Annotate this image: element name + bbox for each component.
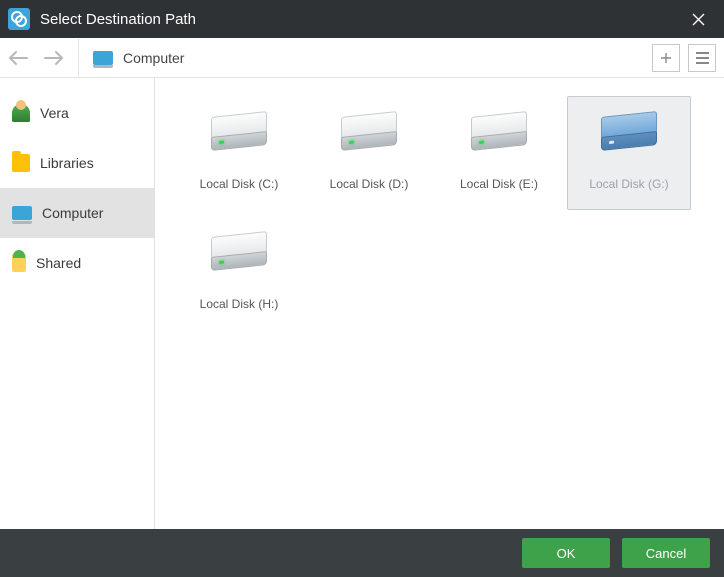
user-icon: [12, 104, 30, 122]
drive-item[interactable]: Local Disk (E:): [437, 96, 561, 210]
app-icon: [8, 8, 30, 30]
plus-icon: [659, 51, 673, 65]
arrow-right-icon: [43, 50, 65, 66]
footer: OK Cancel: [0, 529, 724, 577]
arrow-left-icon: [7, 50, 29, 66]
content-area: Local Disk (C:) Local Disk (D:) Local Di…: [155, 78, 724, 529]
dialog-title: Select Destination Path: [40, 11, 680, 28]
title-bar: Select Destination Path: [0, 0, 724, 38]
new-folder-button[interactable]: [652, 44, 680, 72]
drive-icon: [467, 107, 531, 155]
close-icon: [692, 13, 705, 26]
computer-icon: [93, 51, 113, 65]
toolbar: Computer: [0, 38, 724, 78]
dialog-body: Vera Libraries Computer Shared: [0, 78, 724, 529]
drive-item[interactable]: Local Disk (D:): [307, 96, 431, 210]
drive-label: Local Disk (D:): [330, 177, 409, 191]
sidebar-item-libraries[interactable]: Libraries: [0, 138, 154, 188]
drive-item[interactable]: Local Disk (C:): [177, 96, 301, 210]
drive-label: Local Disk (E:): [460, 177, 538, 191]
computer-icon: [12, 206, 32, 220]
drive-icon: [597, 107, 661, 155]
forward-button[interactable]: [36, 40, 72, 76]
folder-icon: [12, 154, 30, 172]
breadcrumb[interactable]: Computer: [85, 50, 652, 66]
drive-item[interactable]: Local Disk (G:): [567, 96, 691, 210]
sidebar-item-label: Vera: [40, 105, 69, 121]
back-button[interactable]: [0, 40, 36, 76]
breadcrumb-location: Computer: [123, 50, 184, 66]
sidebar-item-computer[interactable]: Computer: [0, 188, 154, 238]
ok-button[interactable]: OK: [522, 538, 610, 568]
view-list-button[interactable]: [688, 44, 716, 72]
drive-icon: [207, 227, 271, 275]
sidebar-item-vera[interactable]: Vera: [0, 88, 154, 138]
drive-icon: [337, 107, 401, 155]
drive-item[interactable]: Local Disk (H:): [177, 216, 301, 330]
sidebar-item-label: Shared: [36, 255, 81, 271]
drive-label: Local Disk (G:): [589, 177, 668, 191]
sidebar-item-label: Computer: [42, 205, 103, 221]
drive-grid: Local Disk (C:) Local Disk (D:) Local Di…: [177, 96, 706, 330]
drive-label: Local Disk (H:): [200, 297, 279, 311]
toolbar-separator: [78, 39, 79, 77]
list-icon: [696, 52, 709, 64]
cancel-button[interactable]: Cancel: [622, 538, 710, 568]
shared-icon: [12, 254, 26, 272]
dialog-window: Select Destination Path Computer Vera: [0, 0, 724, 577]
sidebar: Vera Libraries Computer Shared: [0, 78, 155, 529]
sidebar-item-shared[interactable]: Shared: [0, 238, 154, 288]
close-button[interactable]: [680, 1, 716, 37]
drive-icon: [207, 107, 271, 155]
sidebar-item-label: Libraries: [40, 155, 94, 171]
drive-label: Local Disk (C:): [200, 177, 279, 191]
